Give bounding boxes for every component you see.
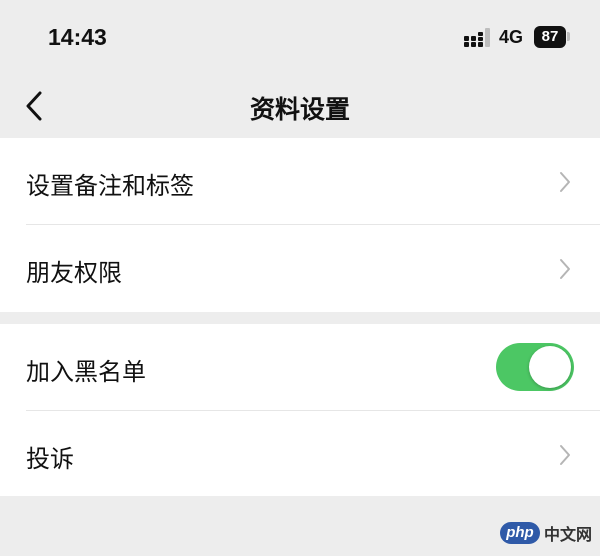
battery-icon: 87 (534, 26, 566, 48)
status-bar: 14:43 4G 87 (0, 0, 600, 72)
bottom-area: php 中文网 (0, 496, 600, 556)
watermark-text: 中文网 (543, 525, 592, 544)
chevron-right-icon (560, 445, 570, 465)
chevron-right-icon (560, 259, 570, 279)
nav-bar: 资料设置 (0, 72, 600, 138)
signal-icon (464, 28, 490, 47)
row-add-to-blacklist: 加入黑名单 (0, 324, 600, 411)
battery-level: 87 (541, 28, 559, 45)
row-label: 投诉 (26, 445, 74, 473)
screen: 14:43 4G 87 资料设置 设置备注和标签 朋友权限 加入黑名单 投诉 p… (0, 0, 600, 556)
blacklist-toggle[interactable] (496, 343, 574, 391)
row-remarks-and-tags[interactable]: 设置备注和标签 (0, 138, 600, 225)
row-complaint[interactable]: 投诉 (0, 411, 600, 498)
row-friend-permissions[interactable]: 朋友权限 (0, 225, 600, 312)
network-type: 4G (499, 27, 524, 47)
page-title: 资料设置 (249, 95, 350, 124)
toggle-knob (529, 346, 571, 388)
row-label: 设置备注和标签 (26, 172, 194, 200)
row-label: 加入黑名单 (26, 358, 146, 386)
row-label: 朋友权限 (26, 259, 122, 287)
settings-group-2: 加入黑名单 投诉 (0, 324, 600, 496)
watermark-badge: php (499, 522, 540, 544)
battery-tip (567, 32, 570, 41)
watermark-logo: php 中文网 (499, 518, 592, 548)
status-time: 14:43 (48, 24, 107, 50)
settings-group-1: 设置备注和标签 朋友权限 (0, 138, 600, 312)
chevron-right-icon (560, 172, 570, 192)
back-button[interactable] (16, 86, 56, 126)
chevron-left-icon (26, 91, 42, 121)
